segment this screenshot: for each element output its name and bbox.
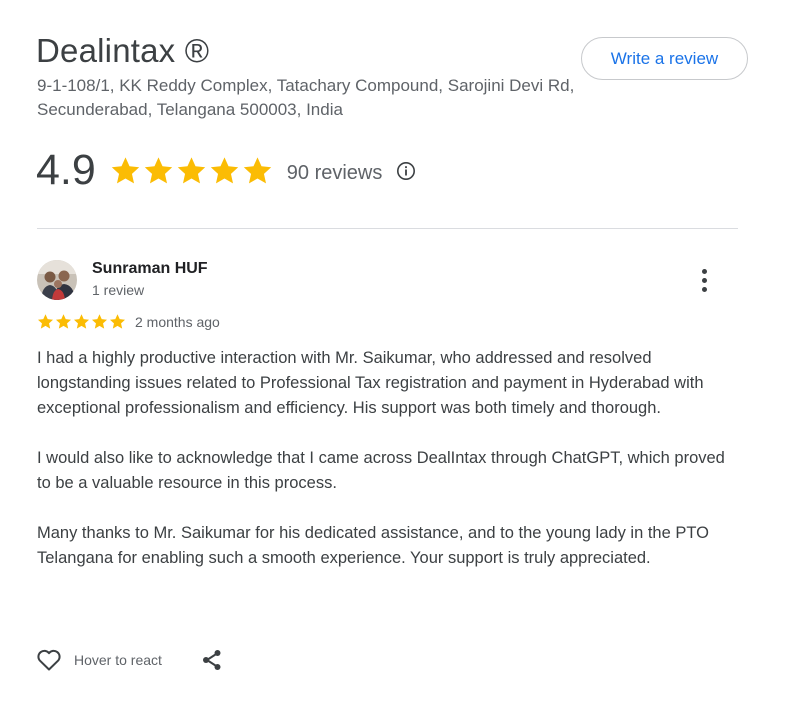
star-icon [177,156,205,183]
review-paragraph: I would also like to acknowledge that I … [37,449,725,492]
review-actions: Hover to react [36,648,224,672]
react-label: Hover to react [74,652,162,668]
star-icon [109,314,126,329]
star-icon [55,314,72,329]
review-stars [37,313,126,330]
review-count[interactable]: 90 reviews [287,162,383,185]
reviewer-meta: 1 review [92,282,145,298]
review-paragraph: Many thanks to Mr. Saikumar for his dedi… [37,524,709,567]
heart-icon [37,649,61,671]
star-icon [111,156,139,183]
avatar[interactable] [37,260,77,300]
star-icon [37,314,54,329]
star-icon [210,156,238,183]
more-vert-icon[interactable] [692,264,716,296]
review-text: I had a highly productive interaction wi… [37,346,727,596]
reviewer-name[interactable]: Sunraman HUF [92,260,208,278]
business-name: Dealintax ® [36,32,210,69]
review-rating-row: 2 months ago [37,313,220,330]
review-paragraph: I had a highly productive interaction wi… [37,349,704,417]
star-icon [91,314,108,329]
rating-stars [110,155,273,186]
rating-summary: 4.9 90 reviews [36,142,416,198]
divider [37,228,738,229]
share-icon [202,650,221,670]
star-icon [144,156,172,183]
rating-value: 4.9 [36,145,96,194]
star-icon [73,314,90,329]
review-date: 2 months ago [135,313,220,330]
share-button[interactable] [200,648,224,672]
info-icon[interactable] [396,161,416,181]
write-review-button[interactable]: Write a review [581,37,748,80]
react-button[interactable]: Hover to react [36,648,162,672]
star-icon [243,156,271,183]
business-address: 9-1-108/1, KK Reddy Complex, Tatachary C… [37,76,575,119]
